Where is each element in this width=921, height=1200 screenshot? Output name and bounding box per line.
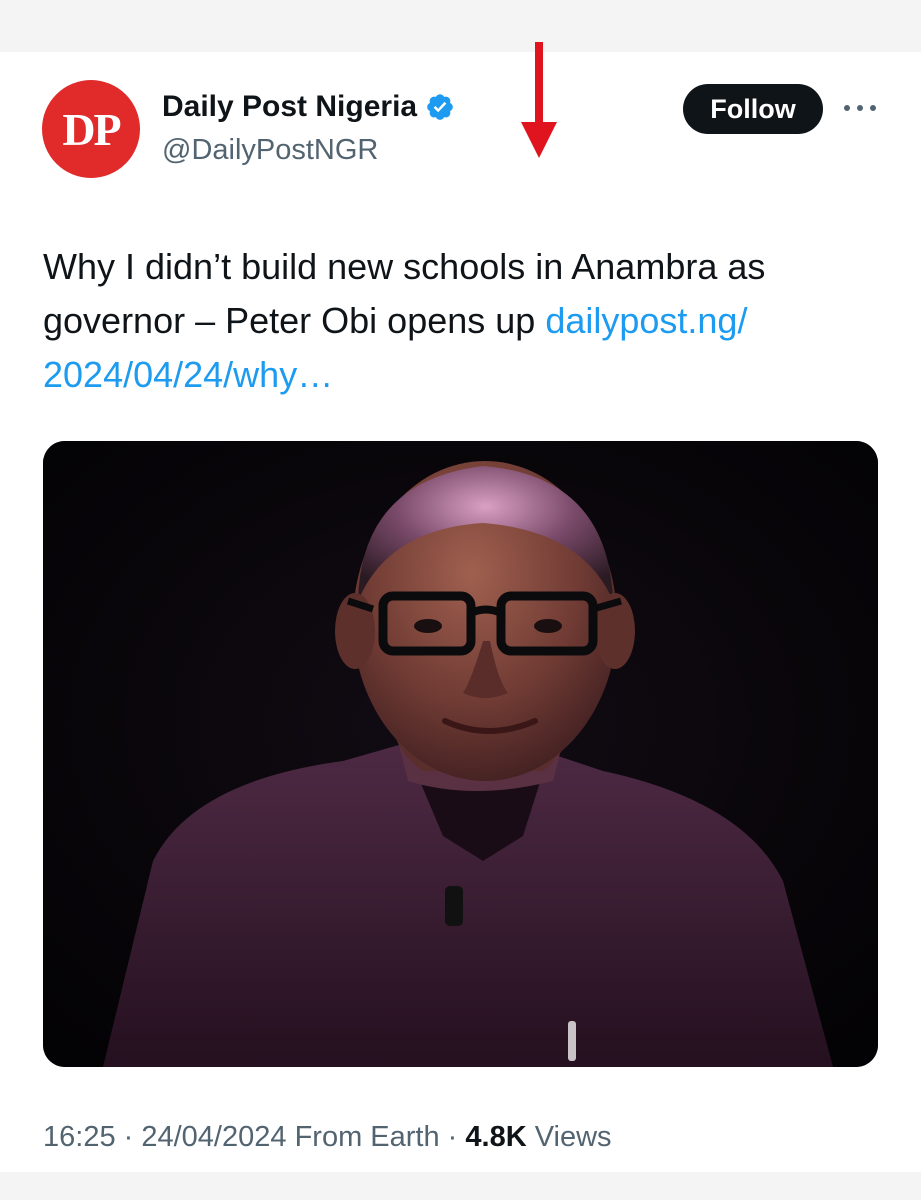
tweet-time[interactable]: 16:25 (43, 1121, 116, 1153)
red-down-arrow-icon (521, 42, 557, 158)
more-dot (857, 105, 863, 111)
follow-button[interactable]: Follow (683, 84, 823, 134)
tweet-metadata: 16:25 · 24/04/2024 From Earth · 4.8K Vie… (43, 1121, 612, 1154)
tweet-date[interactable]: 24/04/2024 (141, 1121, 286, 1153)
more-dot (844, 105, 850, 111)
meta-separator: · (115, 1121, 142, 1153)
tweet-text: Why I didn’t build new schools in Anambr… (43, 240, 863, 402)
avatar[interactable]: DP (42, 80, 140, 178)
meta-separator: · (439, 1121, 466, 1153)
tweet-media-photo[interactable] (43, 441, 878, 1067)
top-background-strip (0, 0, 921, 52)
more-options-icon[interactable] (844, 98, 876, 118)
user-handle[interactable]: @DailyPostNGR (162, 134, 378, 167)
display-name[interactable]: Daily Post Nigeria (162, 90, 417, 124)
more-dot (870, 105, 876, 111)
avatar-logo-text: DP (62, 103, 121, 155)
views-label: Views (534, 1121, 612, 1153)
portrait-photo (43, 441, 878, 1067)
display-name-row[interactable]: Daily Post Nigeria (162, 90, 455, 124)
views-count[interactable]: 4.8K (465, 1121, 526, 1153)
tweet-source: From Earth (294, 1121, 440, 1153)
verified-badge-icon (427, 94, 453, 120)
bottom-background-strip (0, 1172, 921, 1200)
